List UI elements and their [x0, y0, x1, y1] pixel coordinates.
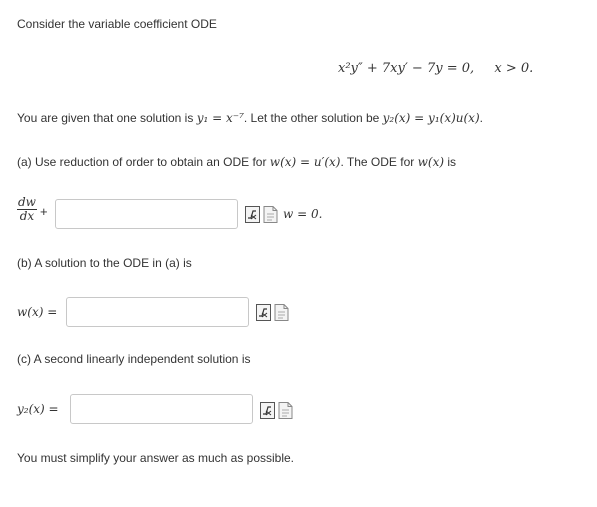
formula-editor-icon[interactable]	[245, 206, 260, 223]
fraction-numerator: dw	[17, 195, 37, 210]
w-definition: w(x) = u′(x)	[269, 155, 341, 169]
ode-domain: x > 0.	[494, 61, 534, 76]
part-a-prompt: (a) Use reduction of order to obtain an …	[17, 155, 457, 169]
plus-sign: +	[40, 204, 48, 219]
part-c-answer-input[interactable]	[70, 394, 253, 424]
part-a-coefficient-input[interactable]	[55, 199, 238, 229]
part-a-suffix: w = 0.	[283, 207, 323, 221]
preview-icon[interactable]	[263, 206, 278, 223]
part-b-answer-input[interactable]	[66, 297, 249, 327]
part-b-label: w(x) =	[17, 305, 58, 319]
intro-text: Consider the variable coefficient ODE	[17, 17, 217, 31]
ode-equation: x²y″ + 7xy′ − 7y = 0, x > 0.	[338, 61, 534, 76]
preview-icon[interactable]	[278, 402, 293, 419]
preview-icon[interactable]	[274, 304, 289, 321]
given-solution-line: You are given that one solution is y₁ = …	[17, 111, 483, 125]
part-c-prompt: (c) A second linearly independent soluti…	[17, 352, 251, 366]
y2-definition: y₂(x) = y₁(x)u(x)	[382, 111, 480, 125]
part-c-label: y₂(x) =	[17, 402, 59, 416]
dw-dx-fraction: dw dx	[17, 196, 37, 223]
footer-note: You must simplify your answer as much as…	[17, 451, 295, 465]
formula-editor-icon[interactable]	[260, 402, 275, 419]
fraction-denominator: dx	[19, 209, 35, 223]
part-b-prompt: (b) A solution to the ODE in (a) is	[17, 256, 192, 270]
formula-editor-icon[interactable]	[256, 304, 271, 321]
y1-expression: y₁ = x⁻⁷	[196, 111, 244, 125]
